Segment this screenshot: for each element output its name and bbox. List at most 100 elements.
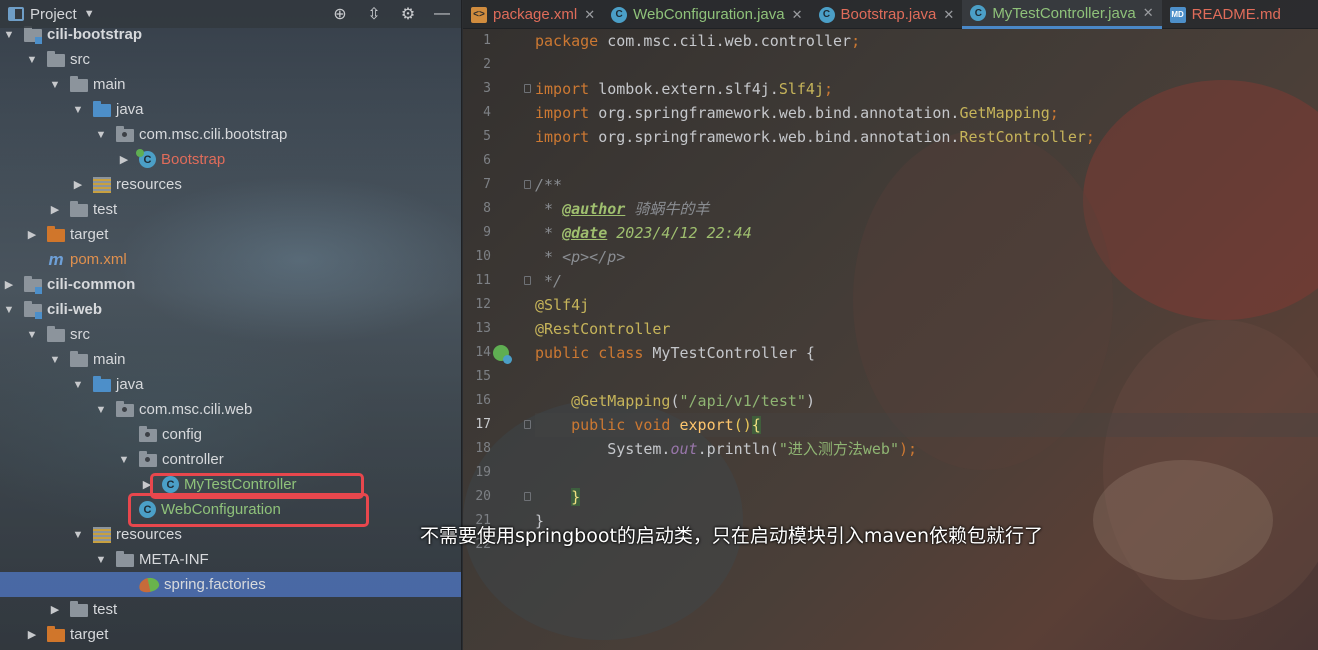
project-panel-title[interactable]: Project: [30, 6, 77, 23]
line-number: 16: [475, 393, 491, 408]
chevron-down-icon[interactable]: ▼: [94, 554, 108, 566]
fold-marker-icon[interactable]: [524, 492, 531, 501]
tree-item-package-bootstrap[interactable]: ▼ com.msc.cili.bootstrap: [0, 122, 461, 147]
tree-item-controller[interactable]: ▼ controller: [0, 447, 461, 472]
tree-item-resources[interactable]: ▼ resources: [0, 522, 461, 547]
tree-item-src[interactable]: ▼ src: [0, 47, 461, 72]
tree-item-cili-common[interactable]: ▶ cili-common: [0, 272, 461, 297]
close-icon[interactable]: ✕: [943, 7, 954, 23]
tree-item-meta-inf[interactable]: ▼ META-INF: [0, 547, 461, 572]
tree-item-webconfiguration[interactable]: ▶CWebConfiguration: [0, 497, 461, 522]
code-line[interactable]: * <p></p>: [535, 245, 1318, 269]
tree-item-resources[interactable]: ▶ resources: [0, 172, 461, 197]
code-line[interactable]: import lombok.extern.slf4j.Slf4j;: [535, 77, 1318, 101]
spring-bean-icon[interactable]: [493, 345, 512, 364]
code-line[interactable]: * @date 2023/4/12 22:44: [535, 221, 1318, 245]
line-number: 1: [483, 33, 491, 48]
chevron-down-icon[interactable]: ▼: [2, 29, 16, 41]
code-line[interactable]: */: [535, 269, 1318, 293]
chevron-right-icon[interactable]: ▶: [48, 603, 62, 616]
code-line[interactable]: /**: [535, 173, 1318, 197]
code-line[interactable]: [535, 149, 1318, 173]
tree-item-label: com.msc.cili.bootstrap: [139, 126, 288, 143]
chevron-down-icon[interactable]: ▼: [94, 404, 108, 416]
code-line[interactable]: public void export(){: [535, 413, 1318, 437]
tree-item-spring-factories[interactable]: ▶spring.factories: [0, 572, 461, 597]
chevron-down-icon[interactable]: ▼: [71, 104, 85, 116]
line-number: 19: [475, 465, 491, 480]
tab-mytestcontroller-java[interactable]: C MyTestController.java ✕: [962, 0, 1162, 29]
chevron-down-icon[interactable]: ▼: [25, 329, 39, 341]
close-icon[interactable]: ✕: [792, 7, 803, 23]
tree-item-pom-xml[interactable]: ▶mpom.xml: [0, 247, 461, 272]
tree-item-label: target: [70, 626, 109, 643]
tree-item-target[interactable]: ▶ target: [0, 222, 461, 247]
chevron-down-icon[interactable]: ▼: [94, 129, 108, 141]
tree-item-mytestcontroller[interactable]: ▶ C MyTestController: [0, 472, 461, 497]
folder-icon: [116, 551, 134, 567]
chevron-down-icon[interactable]: ▼: [2, 304, 16, 316]
tree-item-test[interactable]: ▶ test: [0, 597, 461, 622]
chevron-down-icon[interactable]: ▼: [117, 454, 131, 466]
tab-webconfiguration-java[interactable]: C WebConfiguration.java ✕: [603, 0, 810, 29]
package-icon: [116, 126, 134, 142]
chevron-right-icon[interactable]: ▶: [48, 203, 62, 216]
tree-item-main[interactable]: ▼ main: [0, 72, 461, 97]
tree-item-main[interactable]: ▼ main: [0, 347, 461, 372]
code-line[interactable]: @GetMapping("/api/v1/test"): [535, 389, 1318, 413]
code-line[interactable]: @Slf4j: [535, 293, 1318, 317]
tree-item-package-web[interactable]: ▼ com.msc.cili.web: [0, 397, 461, 422]
code-line[interactable]: [535, 365, 1318, 389]
tree-item-test[interactable]: ▶ test: [0, 197, 461, 222]
minimize-icon[interactable]: —: [432, 4, 452, 24]
gear-icon[interactable]: ⚙: [398, 4, 418, 24]
chevron-down-icon[interactable]: ▼: [25, 54, 39, 66]
tab-readme-md[interactable]: MD README.md: [1162, 0, 1289, 29]
tree-item-label: spring.factories: [164, 576, 266, 593]
chevron-down-icon[interactable]: ▼: [48, 79, 62, 91]
code-line[interactable]: @RestController: [535, 317, 1318, 341]
chevron-right-icon[interactable]: ▶: [25, 628, 39, 641]
fold-marker-icon[interactable]: [524, 420, 531, 429]
fold-marker-icon[interactable]: [524, 84, 531, 93]
tree-item-src[interactable]: ▼ src: [0, 322, 461, 347]
chevron-right-icon[interactable]: ▶: [25, 228, 39, 241]
code-line[interactable]: import org.springframework.web.bind.anno…: [535, 101, 1318, 125]
tree-item-config[interactable]: ▶config: [0, 422, 461, 447]
tree-item-target[interactable]: ▶ target: [0, 622, 461, 647]
code-line[interactable]: package com.msc.cili.web.controller;: [535, 29, 1318, 53]
close-icon[interactable]: ✕: [1143, 5, 1154, 21]
chevron-right-icon[interactable]: ▶: [140, 478, 154, 491]
tab-package-xml[interactable]: <> package.xml ✕: [463, 0, 603, 29]
tree-item-bootstrap-class[interactable]: ▶ C Bootstrap: [0, 147, 461, 172]
tree-item-label: src: [70, 51, 90, 68]
chevron-down-icon[interactable]: ▼: [48, 354, 62, 366]
chevron-right-icon[interactable]: ▶: [2, 278, 16, 291]
tree-item-label: main: [93, 76, 126, 93]
code-line[interactable]: System.out.println("进入测方法web");: [535, 437, 1318, 461]
chevron-down-icon[interactable]: ▼: [84, 8, 95, 20]
code-line[interactable]: }: [535, 485, 1318, 509]
chevron-right-icon[interactable]: ▶: [71, 178, 85, 191]
chevron-right-icon[interactable]: ▶: [117, 153, 131, 166]
tree-item-cili-web[interactable]: ▼ cili-web: [0, 297, 461, 322]
code-line[interactable]: * @author 骑蜗牛的羊: [535, 197, 1318, 221]
chevron-down-icon[interactable]: ▼: [71, 379, 85, 391]
fold-marker-icon[interactable]: [524, 180, 531, 189]
tree-item-java[interactable]: ▼ java: [0, 372, 461, 397]
close-icon[interactable]: ✕: [584, 7, 595, 23]
chevron-down-icon[interactable]: ▼: [71, 529, 85, 541]
fold-marker-icon[interactable]: [524, 276, 531, 285]
code-area[interactable]: package com.msc.cili.web.controller; imp…: [535, 29, 1318, 557]
locate-icon[interactable]: ⊕: [330, 4, 350, 24]
tree-item-java[interactable]: ▼ java: [0, 97, 461, 122]
code-line[interactable]: [535, 461, 1318, 485]
code-line[interactable]: public class MyTestController {: [535, 341, 1318, 365]
code-token: */: [535, 272, 563, 290]
line-number: 13: [475, 321, 491, 336]
code-line[interactable]: import org.springframework.web.bind.anno…: [535, 125, 1318, 149]
code-line[interactable]: [535, 53, 1318, 77]
tab-bootstrap-java[interactable]: C Bootstrap.java ✕: [811, 0, 963, 29]
collapse-all-icon[interactable]: ⇳: [364, 4, 384, 24]
